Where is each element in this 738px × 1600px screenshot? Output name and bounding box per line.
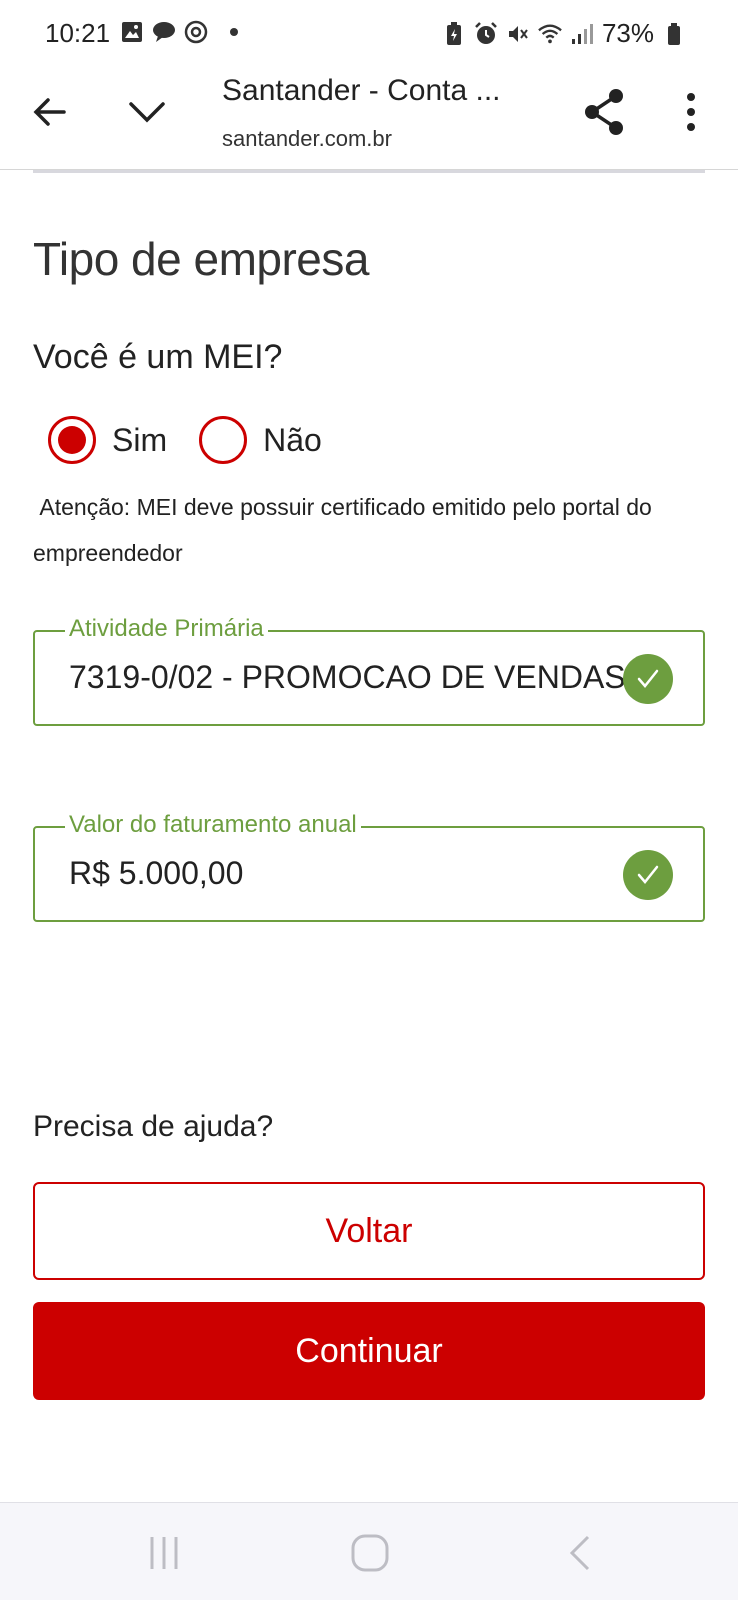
mei-notice: Atenção: MEI deve possuir certificado em… [33,494,659,566]
gallery-icon [120,20,144,44]
more-vert-icon[interactable] [676,90,706,134]
divider [33,170,705,173]
status-bar: 10:21 73% [0,0,738,68]
page-title[interactable]: Santander - Conta ... [222,74,501,108]
primary-activity-value[interactable]: 7319-0/02 - PROMOCAO DE VENDAS [69,659,629,696]
system-icons: 73% [442,18,686,49]
share-icon[interactable] [582,88,626,136]
alarm-icon [474,21,498,46]
battery-saver-icon [442,21,466,46]
radio-sim[interactable] [48,416,96,464]
primary-activity-label: Atividade Primária [65,615,268,643]
home-icon[interactable] [348,1531,392,1575]
battery-percent: 73% [601,18,654,48]
more-notifications-dot [230,28,238,36]
nav-back-icon[interactable] [560,1531,604,1575]
wifi-icon [538,22,562,46]
check-icon [623,850,673,900]
section-title: Tipo de empresa [33,233,369,285]
page-url[interactable]: santander.com.br [222,126,392,152]
notification-icons [120,20,238,44]
back-button[interactable]: Voltar [33,1182,705,1280]
threads-icon [184,20,208,44]
mute-icon [506,22,530,46]
mei-radio-group: Sim Não [48,416,322,464]
chat-icon [152,20,176,44]
radio-nao[interactable] [199,416,248,464]
radio-selected-dot [58,426,86,454]
battery-icon [662,22,686,46]
radio-nao-label[interactable]: Não [263,422,322,459]
signal-icon [570,22,594,46]
continue-button[interactable]: Continuar [33,1302,705,1400]
help-link[interactable]: Precisa de ajuda? [33,1110,273,1144]
status-time: 10:21 [45,18,111,48]
browser-toolbar: Santander - Conta ... santander.com.br [0,68,738,170]
annual-revenue-value[interactable]: R$ 5.000,00 [69,855,629,892]
radio-sim-label[interactable]: Sim [112,422,167,459]
system-nav-bar [0,1502,738,1600]
primary-activity-field[interactable]: Atividade Primária 7319-0/02 - PROMOCAO … [33,615,705,726]
mei-question: Você é um MEI? [33,338,283,376]
annual-revenue-label: Valor do faturamento anual [65,811,361,839]
chevron-down-icon[interactable] [125,90,169,134]
annual-revenue-field[interactable]: Valor do faturamento anual R$ 5.000,00 [33,811,705,922]
check-icon [623,654,673,704]
recent-apps-icon[interactable] [142,1531,186,1575]
back-arrow-icon[interactable] [28,90,72,134]
